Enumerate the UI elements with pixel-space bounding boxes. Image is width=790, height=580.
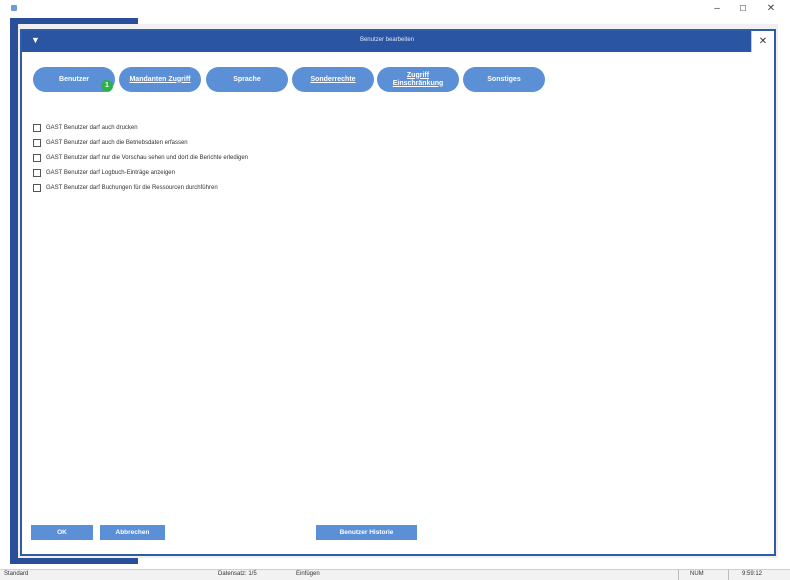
option-label: GAST Benutzer darf auch drucken (46, 124, 138, 131)
ok-button[interactable]: OK (31, 525, 93, 540)
tab-label: Benutzer (59, 75, 89, 83)
user-edit-dialog: ▼ Benutzer bearbeiten ✕ Benutzer 1 Manda… (20, 29, 776, 556)
background-frame (10, 18, 18, 558)
tab-label: Mandanten Zugriff (129, 75, 191, 83)
permission-options: GAST Benutzer darf auch drucken GAST Ben… (33, 120, 248, 195)
tab-label: Sonderrechte (310, 75, 356, 83)
option-label: GAST Benutzer darf Logbuch-Einträge anze… (46, 169, 175, 176)
status-time: 9:59:12 (742, 571, 763, 577)
maximize-button[interactable]: ☐ (732, 2, 754, 16)
tab-sonstiges[interactable]: Sonstiges (463, 67, 545, 92)
close-window-button[interactable]: ✕ (760, 2, 782, 16)
dialog-title-bar: ▼ Benutzer bearbeiten (22, 31, 752, 52)
option-label: GAST Benutzer darf nur die Vorschau sehe… (46, 154, 249, 161)
user-history-button[interactable]: Benutzer Historie (316, 525, 417, 540)
status-record: Datensatz: 1/5 (218, 571, 257, 577)
option-row[interactable]: GAST Benutzer darf auch die Betriebsdate… (33, 135, 248, 150)
tab-sonderrechte[interactable]: Sonderrechte (292, 67, 374, 92)
minimize-button[interactable]: – (706, 2, 728, 16)
checkbox[interactable] (33, 138, 41, 147)
background-tab-strip (10, 18, 138, 24)
tab-label: Sprache (233, 75, 261, 83)
app-icon (11, 5, 17, 11)
tab-label: Sonstiges (487, 75, 521, 83)
tab-label: Zugriff Einschränkung (392, 71, 444, 87)
tab-mandanten-zugriff[interactable]: Mandanten Zugriff (119, 67, 201, 92)
option-label: GAST Benutzer darf Buchungen für die Res… (46, 184, 218, 191)
checkbox[interactable] (33, 123, 41, 132)
app-title-bar: – ☐ ✕ (0, 0, 790, 18)
cancel-button[interactable]: Abbrechen (100, 525, 165, 540)
status-state: Einfügen (296, 571, 320, 577)
tab-sprache[interactable]: Sprache (206, 67, 288, 92)
checkbox[interactable] (33, 153, 41, 162)
status-num: NUM (690, 571, 704, 577)
dialog-title: Benutzer bearbeiten (359, 37, 415, 43)
notification-badge: 1 (101, 80, 113, 92)
option-row[interactable]: GAST Benutzer darf Buchungen für die Res… (33, 180, 248, 195)
option-row[interactable]: GAST Benutzer darf nur die Vorschau sehe… (33, 150, 248, 165)
option-row[interactable]: GAST Benutzer darf Logbuch-Einträge anze… (33, 165, 248, 180)
status-bar: Standard Datensatz: 1/5 Einfügen NUM 9:5… (0, 569, 790, 580)
option-row[interactable]: GAST Benutzer darf auch drucken (33, 120, 248, 135)
tab-zugriff-einschraenkung[interactable]: Zugriff Einschränkung (377, 67, 459, 92)
status-mode: Standard (4, 571, 29, 577)
background-bottom-strip (10, 558, 138, 564)
option-label: GAST Benutzer darf auch die Betriebsdate… (46, 139, 188, 146)
dialog-close-button[interactable]: ✕ (751, 31, 774, 52)
checkbox[interactable] (33, 168, 41, 177)
checkbox[interactable] (33, 183, 41, 192)
